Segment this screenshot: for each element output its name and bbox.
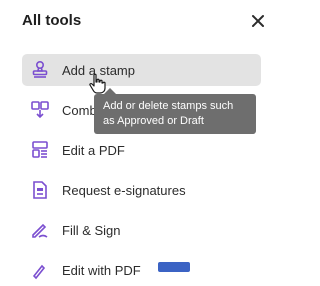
tool-fill-sign[interactable]: Fill & Sign <box>22 214 261 246</box>
panel-title: All tools <box>22 12 82 29</box>
tool-request-e-signatures[interactable]: Request e-signatures <box>22 174 261 206</box>
partial-tool-icon <box>30 260 50 280</box>
tool-add-stamp[interactable]: Add a stamp <box>22 54 261 86</box>
tool-label: Fill & Sign <box>62 222 121 238</box>
edit-pdf-icon <box>30 140 50 160</box>
tool-label: Request e-signatures <box>62 182 186 198</box>
stamp-icon <box>30 60 50 80</box>
new-badge <box>158 262 190 272</box>
tool-label: Edit a PDF <box>62 142 125 158</box>
request-signatures-icon <box>30 180 50 200</box>
fill-sign-icon <box>30 220 50 240</box>
tool-edit-with-pdf[interactable]: Edit with PDF <box>22 254 261 286</box>
combine-files-icon <box>30 100 50 120</box>
close-icon[interactable] <box>251 14 265 28</box>
tool-edit-pdf[interactable]: Edit a PDF <box>22 134 261 166</box>
all-tools-panel: All tools Add a stamp Combine files <box>0 0 281 280</box>
tooltip: Add or delete stamps such as Approved or… <box>94 88 256 134</box>
tool-label: Edit with PDF <box>62 262 141 278</box>
hand-cursor-icon <box>88 73 108 95</box>
